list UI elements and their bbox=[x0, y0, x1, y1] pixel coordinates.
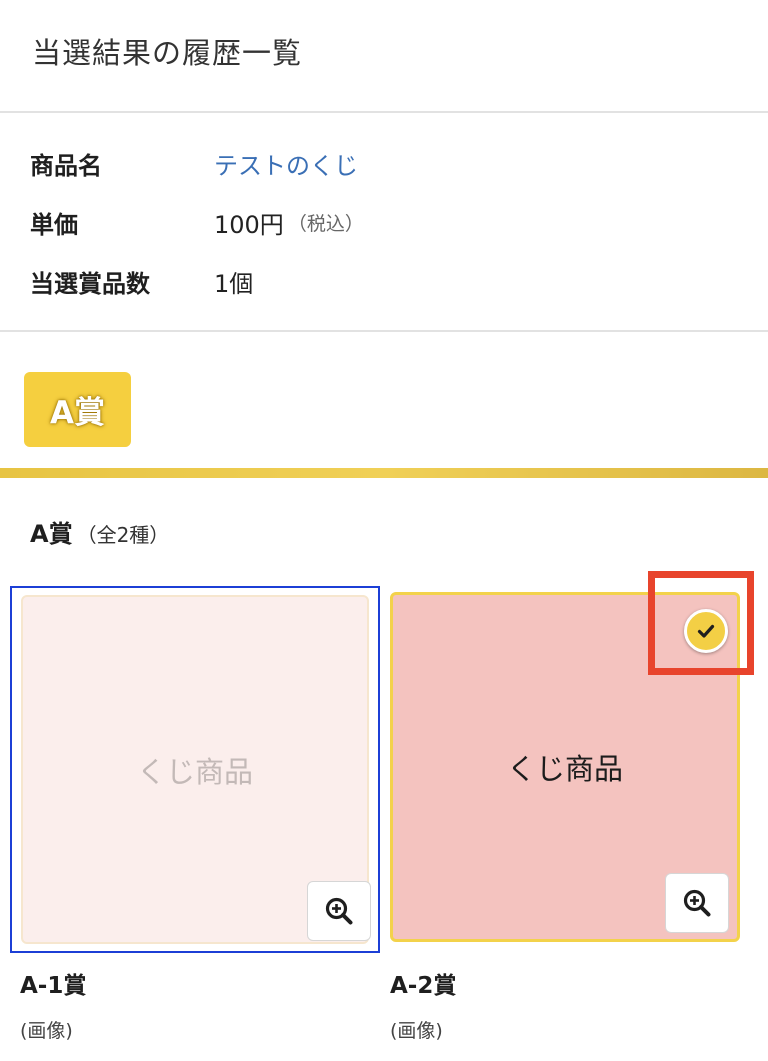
zoom-button[interactable] bbox=[307, 881, 371, 941]
prize-group-heading: A賞 （全2種） bbox=[30, 514, 169, 549]
info-label: 商品名 bbox=[30, 151, 102, 180]
price-value: 100円 bbox=[214, 210, 284, 239]
prize-sub-label: (画像) bbox=[20, 1020, 73, 1042]
info-label: 当選賞品数 bbox=[30, 269, 150, 298]
zoom-button[interactable] bbox=[665, 873, 729, 933]
product-name-link[interactable]: テストのくじ bbox=[214, 146, 358, 181]
info-row-prize-count: 当選賞品数 1個 bbox=[30, 264, 253, 298]
prize-name: A-2賞 bbox=[390, 973, 457, 999]
lottery-info: 商品名 テストのくじ 単価 100円 （税込） 当選賞品数 1個 bbox=[0, 113, 768, 332]
prize-image-text: くじ商品 bbox=[136, 754, 253, 789]
info-row-price: 単価 100円 （税込） bbox=[30, 205, 364, 239]
prize-name: A-1賞 bbox=[20, 973, 87, 999]
prize-rank-badge: A賞 bbox=[24, 372, 131, 447]
prize-group-count: （全2種） bbox=[76, 523, 170, 547]
section-divider bbox=[0, 468, 768, 478]
zoom-in-icon bbox=[325, 897, 353, 925]
prize-image-text: くじ商品 bbox=[506, 752, 623, 786]
prize-group-title: A賞 bbox=[30, 520, 73, 548]
prize-count-value: 1個 bbox=[214, 269, 254, 298]
info-label: 単価 bbox=[30, 210, 78, 239]
page-title: 当選結果の履歴一覧 bbox=[32, 36, 303, 70]
prize-sub-label: (画像) bbox=[390, 1020, 443, 1042]
prize-image: くじ商品 bbox=[21, 595, 371, 944]
page-header: 当選結果の履歴一覧 bbox=[0, 0, 768, 113]
highlight-annotation bbox=[648, 571, 754, 675]
info-row-product: 商品名 テストのくじ bbox=[30, 146, 358, 180]
tax-note: （税込） bbox=[287, 212, 364, 235]
zoom-in-icon bbox=[683, 889, 711, 917]
prize-card-a1[interactable]: くじ商品 bbox=[10, 586, 380, 953]
